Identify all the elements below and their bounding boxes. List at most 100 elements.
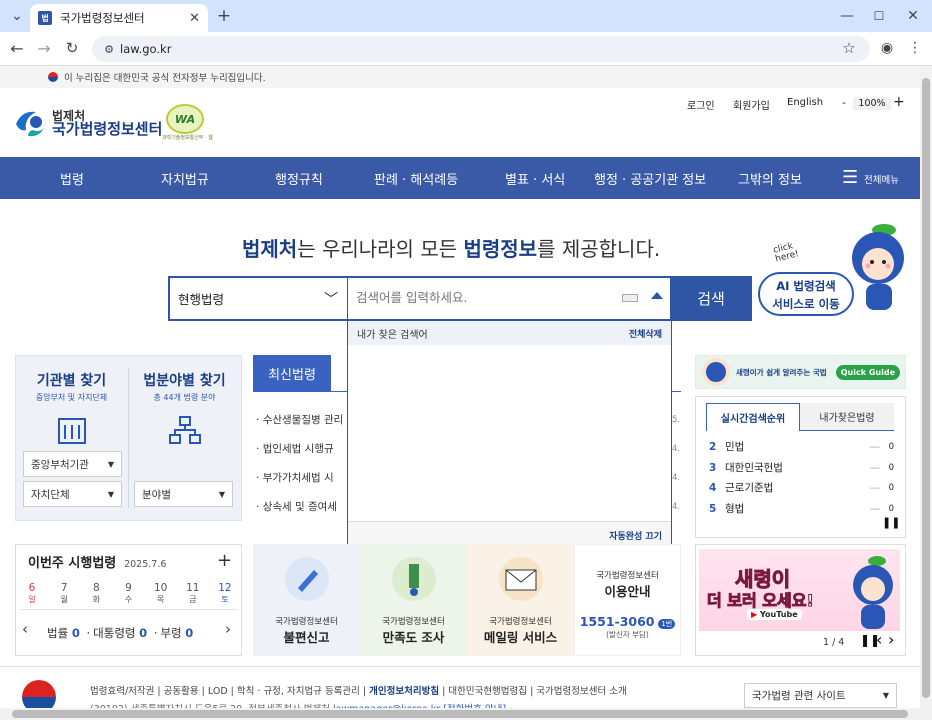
vertical-scroll-thumb[interactable] [922,78,930,698]
rank-label: 대한민국헌법 [725,461,783,474]
close-tab-icon[interactable]: ✕ [189,11,200,26]
ai-search-banner[interactable]: click here! AI 법령검색 서비스로 이동 [752,224,912,328]
pause-icon[interactable]: ❚❚ [882,516,900,529]
info-note: (발신자 부담) [606,630,649,639]
field-finder[interactable]: 법분야별 찾기 총 44개 법령 분야 [128,370,241,448]
tab-list-chevron-icon[interactable]: ⌄ [6,5,28,27]
minimize-icon[interactable]: — [836,5,858,27]
footer-link[interactable]: 대한민국현행법령집 [448,686,527,697]
wa-text: WA [174,112,196,126]
latest-item[interactable]: · 부가가치세법 시 [256,464,343,493]
nav-item-law[interactable]: 법령 [60,169,84,188]
service-complaint[interactable]: 국가법령정보센터 불편신고 [253,544,360,656]
nav-item-cases[interactable]: 판례 · 해석례등 [374,169,458,188]
law-count[interactable]: 0 [72,626,80,640]
day-item[interactable]: 11 금 [183,582,203,606]
search-scope-select[interactable]: 현행법령 ﹀ [178,289,338,309]
zoom-in-button[interactable]: + [893,94,905,110]
agency-select[interactable]: 중앙부처기관 ▼ [23,451,122,477]
latest-item[interactable]: · 수산생물질병 관리 [256,406,343,435]
next-week-icon[interactable]: › [225,620,231,638]
site-info-icon[interactable]: ⚙ [98,38,120,60]
nav-item-local[interactable]: 자치법규 [161,169,209,188]
rank-row[interactable]: 2 민법 — 0 [709,437,894,458]
quick-guide-banner[interactable]: 새령이가 쉽게 알려주는 국법 Quick Guide [695,355,906,389]
week-more-button[interactable]: + [217,550,232,571]
promo-next-icon[interactable]: › [888,630,894,649]
search-button[interactable]: 검색 [670,276,752,321]
delete-all-button[interactable]: 전체삭제 [629,327,662,340]
english-link[interactable]: English [787,97,823,108]
day-item[interactable]: 7월 [54,582,74,606]
footer-link[interactable]: LOD [208,686,228,697]
promo-prev-icon[interactable]: ‹ [876,630,882,649]
day-weekday: 일 [28,595,36,604]
maximize-icon[interactable]: ☐ [868,5,890,27]
building-icon [57,418,86,444]
footer-link[interactable]: 법령효력/저작권 [90,686,154,697]
latest-item[interactable]: · 법인세법 시행규 [256,435,343,464]
caret-down-icon: ▼ [107,489,114,499]
field-select[interactable]: 분야별 ▼ [134,481,233,507]
service-top-text: 국가법령정보센터 [382,617,445,627]
horizontal-scroll-thumb[interactable] [12,710,908,718]
day-item[interactable]: 9수 [118,582,138,606]
prev-week-icon[interactable]: ‹ [22,620,28,638]
profile-icon[interactable]: ◉ [876,37,898,59]
rank-row[interactable]: 4 근로기준법 — 0 [709,478,894,499]
service-main-text: 불편신고 [283,630,330,645]
min-count[interactable]: 0 [185,626,193,640]
menu-kebab-icon[interactable]: ⋮ [904,37,926,59]
keyboard-icon[interactable] [622,294,638,302]
footer-link[interactable]: 국가법령정보센터 소개 [536,686,626,697]
day-number: 10 [153,582,168,594]
tab-realtime-rank[interactable]: 실시간검색순위 [706,403,800,431]
window-close-icon[interactable]: ✕ [902,5,924,27]
address-bar[interactable]: law.go.kr [92,36,870,62]
vertical-scrollbar[interactable] [920,66,932,720]
promo-banner[interactable]: 새령이 더 보러 오세요! ▶ YouTube [699,549,900,631]
autocomplete-off-button[interactable]: 자동완성 끄기 [609,529,662,542]
nav-item-other[interactable]: 그밖의 정보 [738,169,802,188]
info-phone[interactable]: 1551-3060 [580,614,655,629]
day-item[interactable]: 12 토 [215,582,235,606]
mascot-icon [852,224,904,310]
nav-item-admin[interactable]: 행정규칙 [275,169,323,188]
autocomplete-toggle-icon[interactable] [651,292,663,299]
signup-link[interactable]: 회원가입 [733,97,770,112]
agency-finder[interactable]: 기관별 찾기 중앙부처 및 자치단체 [15,370,128,448]
day-item[interactable]: 8화 [86,582,106,606]
bookmark-star-icon[interactable]: ☆ [838,37,860,59]
reload-icon[interactable]: ↻ [61,37,83,59]
org-chart-icon [168,416,201,444]
browser-tab[interactable]: 법 국가법령정보센터 ✕ [30,4,208,32]
zoom-out-button[interactable]: - [842,96,846,109]
new-tab-icon[interactable]: + [213,5,235,27]
day-item[interactable]: 6일 [22,582,42,606]
week-header: 이번주 시행법령 2025.7.6 [28,552,166,571]
all-menu-label[interactable]: 전체메뉴 [864,172,899,186]
nav-item-forms[interactable]: 별표 · 서식 [505,169,565,188]
nav-item-public[interactable]: 행정 · 공공기관 정보 [594,169,706,188]
horizontal-scrollbar[interactable] [0,708,920,720]
back-icon[interactable]: ← [6,37,28,59]
login-link[interactable]: 로그인 [687,97,715,112]
footer-link[interactable]: 공동활용 [164,686,199,697]
rank-row[interactable]: 3 대한민국헌법 — 0 [709,458,894,479]
latest-item[interactable]: · 상속세 및 증여세 [256,493,343,522]
related-sites-select[interactable]: 국가법령 관련 사이트 ▼ [744,683,897,708]
service-survey[interactable]: 국가법령정보센터 만족도 조사 [360,544,467,656]
tab-my-laws[interactable]: 내가찾은법령 [800,403,894,431]
local-select[interactable]: 자치단체 ▼ [23,481,122,507]
pres-count[interactable]: 0 [139,626,147,640]
forward-icon[interactable]: → [33,37,55,59]
tab-latest-laws[interactable]: 최신법령 [253,355,331,392]
rank-row[interactable]: 5 형법 — 0 [709,499,894,520]
all-menu-icon[interactable]: ☰ [842,167,858,188]
site-logo[interactable]: 법제처 국가법령정보센터 [14,108,162,140]
footer-link[interactable]: 학칙 · 규정, 자치법규 등록관리 [237,686,360,697]
footer-link-privacy[interactable]: 개인정보처리방침 [369,686,439,697]
search-input[interactable] [356,286,611,308]
service-mailing[interactable]: 국가법령정보센터 메일링 서비스 [467,544,574,656]
day-item[interactable]: 10 목 [151,582,171,606]
